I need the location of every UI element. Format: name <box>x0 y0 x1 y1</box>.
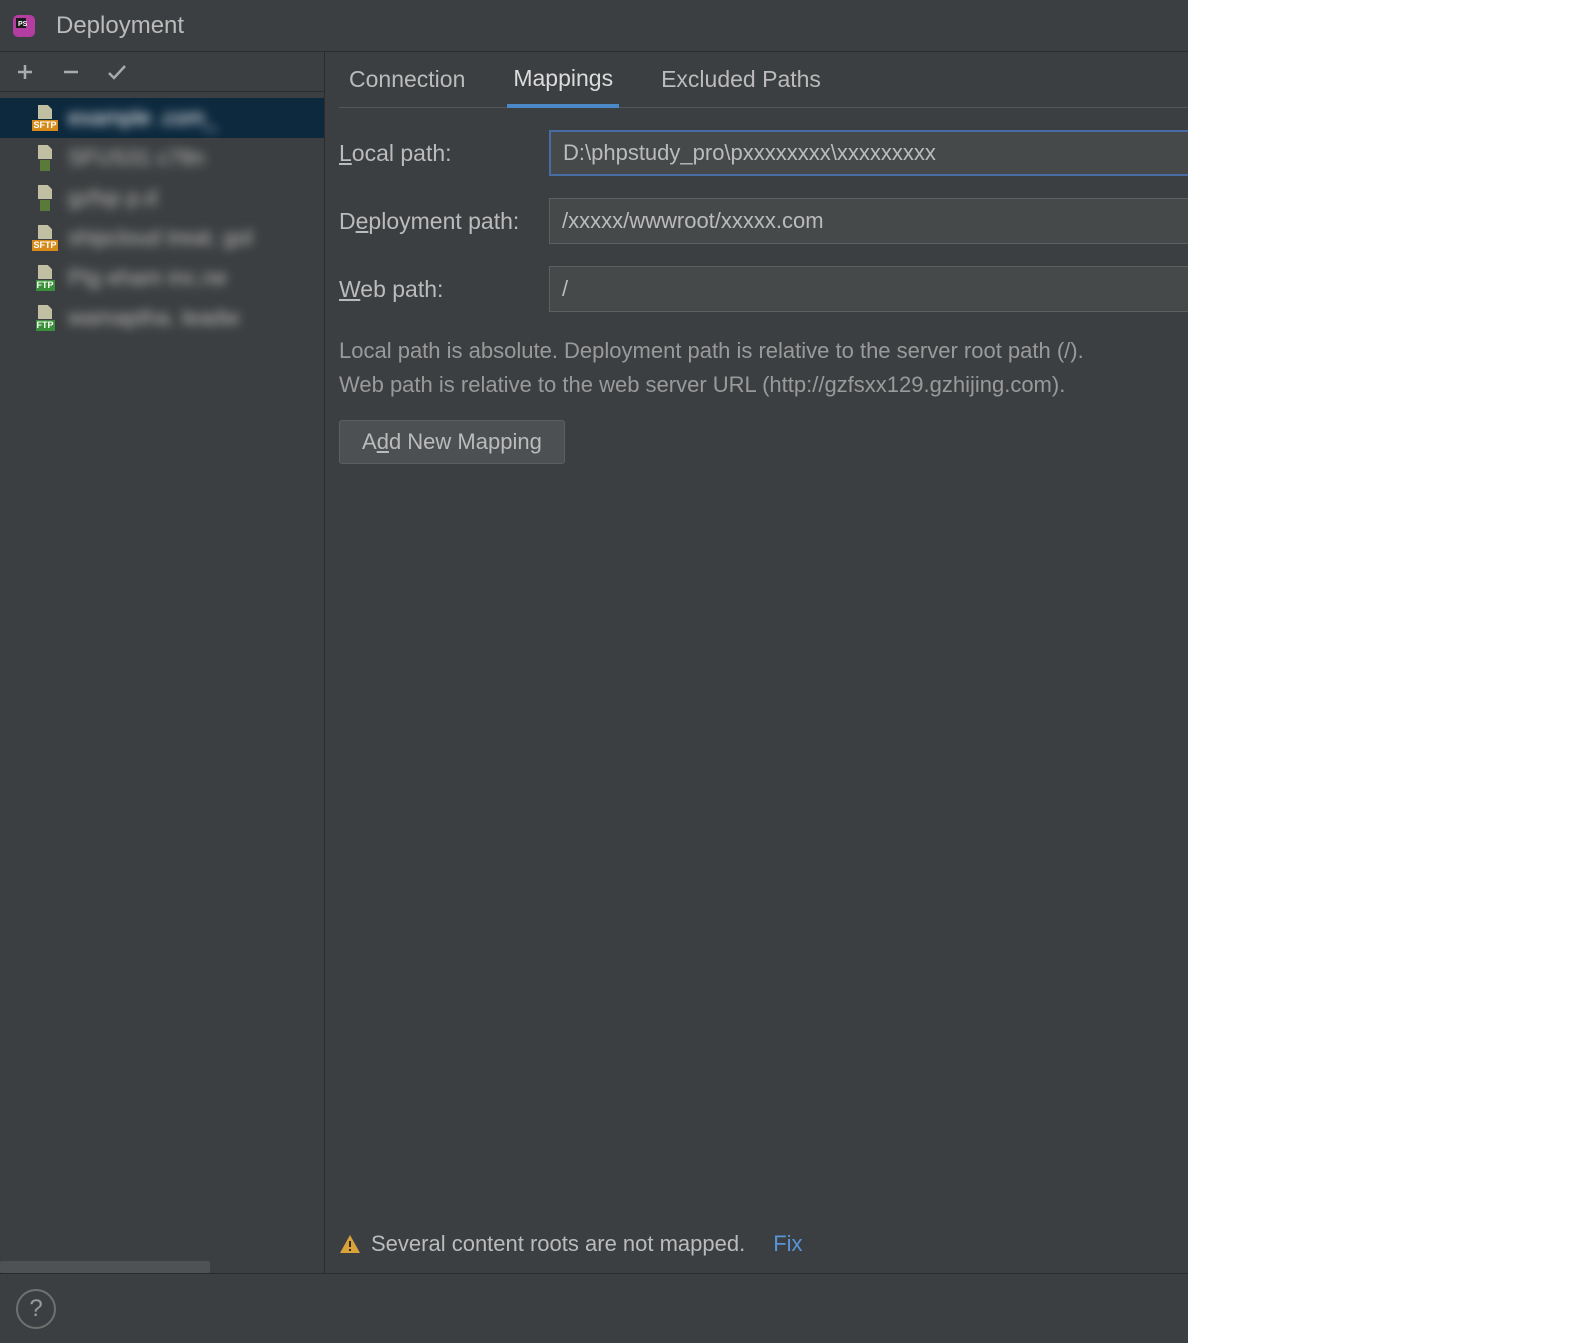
server-item[interactable]: gzfsp p.d <box>0 178 324 218</box>
window-title: Deployment <box>56 12 184 40</box>
tab-mappings[interactable]: Mappings <box>507 53 619 108</box>
server-label: wamaptha. leadw <box>68 305 239 331</box>
ftp-icon: FTP <box>32 305 58 331</box>
server-item[interactable]: SFTP shipcloud treat. gol <box>0 218 324 258</box>
deployment-path-label: Deployment path: <box>339 208 549 235</box>
apply-icon[interactable] <box>106 61 128 83</box>
server-type-icon <box>32 185 58 211</box>
server-label: shipcloud treat. gol <box>68 225 253 251</box>
tab-connection[interactable]: Connection <box>343 54 471 105</box>
warning-icon <box>339 1233 361 1255</box>
server-list: SFTP example .com_ SFUS31 c78n gzfsp p.d… <box>0 92 324 1261</box>
server-sidebar: SFTP example .com_ SFUS31 c78n gzfsp p.d… <box>0 52 325 1273</box>
server-type-icon <box>32 145 58 171</box>
remove-server-icon[interactable] <box>60 61 82 83</box>
add-new-mapping-button[interactable]: Add New Mapping <box>339 420 565 464</box>
add-server-icon[interactable] <box>14 61 36 83</box>
server-item[interactable]: SFTP example .com_ <box>0 98 324 138</box>
local-path-label: Local path: <box>339 140 549 167</box>
server-item[interactable]: SFUS31 c78n <box>0 138 324 178</box>
web-path-label: Web path: <box>339 276 549 303</box>
server-label: SFUS31 c78n <box>68 145 205 171</box>
fix-link[interactable]: Fix <box>773 1231 802 1257</box>
server-label: Ptg eham inc.ne <box>68 265 227 291</box>
sftp-icon: SFTP <box>32 225 58 251</box>
server-label: example .com_ <box>68 105 217 131</box>
sidebar-horizontal-scrollbar[interactable] <box>0 1261 210 1273</box>
server-item[interactable]: FTP Ptg eham inc.ne <box>0 258 324 298</box>
sidebar-toolbar <box>0 52 324 92</box>
server-label: gzfsp p.d <box>68 185 157 211</box>
tab-excluded-paths[interactable]: Excluded Paths <box>655 54 827 105</box>
server-item[interactable]: FTP wamaptha. leadw <box>0 298 324 338</box>
help-button[interactable]: ? <box>16 1289 56 1329</box>
warning-text: Several content roots are not mapped. <box>371 1231 745 1257</box>
offscreen-area <box>1188 0 1583 1343</box>
sftp-icon: SFTP <box>32 105 58 131</box>
app-icon: PS <box>10 12 38 40</box>
ftp-icon: FTP <box>32 265 58 291</box>
svg-text:PS: PS <box>18 21 28 28</box>
